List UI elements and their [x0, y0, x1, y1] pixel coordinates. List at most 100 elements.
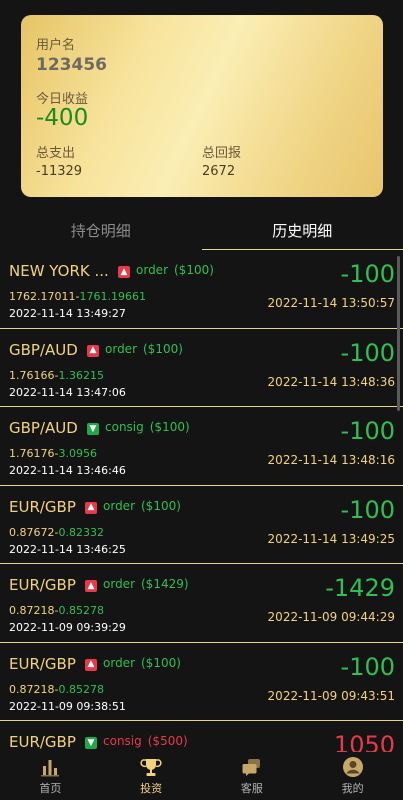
order-amount: -100: [340, 260, 395, 288]
order-symbol: NEW YORK ...: [9, 262, 109, 280]
arrow-up-icon: ▲: [118, 266, 130, 278]
close-price: 3.0956: [58, 447, 97, 460]
order-stake: ($100): [143, 341, 183, 356]
order-prices: 1.76166-1.36215: [9, 369, 104, 382]
order-symbol: EUR/GBP: [9, 733, 76, 751]
order-symbol: GBP/AUD: [9, 419, 78, 437]
total-expense-label: 总支出: [36, 146, 76, 161]
order-type: order ($100): [105, 342, 183, 356]
close-price: 1.36215: [58, 368, 104, 382]
close-price: 0.85278: [58, 682, 104, 696]
order-stake: ($100): [174, 263, 214, 277]
order-amount: -100: [340, 417, 395, 445]
order-prices: 0.87218-0.85278: [9, 604, 104, 617]
history-row[interactable]: EUR/GBP ▲ order ($100) 0.87218-0.85278 2022-1…: [0, 643, 403, 721]
order-type-label: order: [136, 263, 168, 277]
open-price: 0.87218: [9, 682, 55, 696]
order-type-label: consig: [103, 734, 142, 748]
order-type-label: order: [103, 655, 135, 670]
order-type-label: order: [105, 341, 137, 356]
order-prices: 0.87218-0.85278: [9, 683, 104, 696]
trophy-icon: [140, 759, 162, 776]
open-time: 2022-11-09 09:39:29: [9, 621, 126, 634]
arrow-up-icon: ▲: [85, 580, 97, 592]
order-amount: -100: [340, 652, 395, 681]
open-time: 2022-11-14 13:46:46: [9, 464, 126, 477]
close-price: 0.85278: [58, 604, 104, 617]
arrow-down-icon: ▼: [85, 737, 97, 749]
detail-tabs: 持仓明细 历史明细: [0, 209, 403, 251]
open-time: 2022-11-09 09:38:51: [9, 699, 126, 713]
order-symbol: EUR/GBP: [9, 654, 76, 673]
arrow-down-icon: ▼: [87, 423, 99, 435]
order-symbol: GBP/AUD: [9, 340, 78, 359]
bar-chart-icon: [41, 760, 60, 777]
nav-label-invest: 投资: [140, 782, 163, 795]
list-scrollbar[interactable]: [397, 256, 400, 411]
arrow-up-icon: ▲: [85, 501, 97, 514]
history-row[interactable]: GBP/AUD ▲ order ($100) 1.76166-1.36215 2022-1…: [0, 329, 403, 407]
order-stake: ($100): [149, 420, 190, 434]
order-type: order ($1429): [103, 577, 189, 591]
open-time: 2022-11-14 13:47:06: [9, 385, 126, 399]
order-type: order ($100): [103, 499, 181, 513]
tab-history[interactable]: 历史明细: [201, 209, 403, 251]
total-return-label: 总回报: [202, 146, 242, 161]
username-label: 用户名: [36, 38, 76, 53]
history-row[interactable]: EUR/GBP ▼ consig ($500) 1050: [0, 721, 403, 752]
open-price: 0.87218: [9, 604, 55, 617]
order-type-label: order: [103, 577, 135, 591]
tab-positions[interactable]: 持仓明细: [0, 209, 202, 251]
close-time: 2022-11-14 13:50:57: [267, 296, 395, 310]
close-time: 2022-11-09 09:44:29: [267, 610, 395, 624]
order-prices: 1.76176-3.0956: [9, 447, 97, 460]
open-time: 2022-11-14 13:49:27: [9, 307, 126, 320]
nav-item-service[interactable]: 客服: [202, 752, 303, 800]
close-time: 2022-11-14 13:48:36: [267, 374, 395, 389]
nav-item-me[interactable]: 我的: [302, 752, 403, 800]
order-symbol: EUR/GBP: [9, 497, 76, 516]
order-stake: ($1429): [141, 577, 189, 591]
open-time: 2022-11-14 13:46:25: [9, 542, 126, 556]
order-amount: -100: [340, 495, 395, 524]
order-prices: 0.87672-0.82332: [9, 526, 104, 539]
order-type: order ($100): [136, 263, 214, 277]
chat-icon: [242, 759, 260, 776]
arrow-up-icon: ▲: [87, 344, 99, 357]
history-list[interactable]: NEW YORK ... ▲ order ($100) 1762.17011-1761.…: [0, 250, 403, 752]
total-expense-value: -11329: [36, 164, 83, 179]
history-row[interactable]: GBP/AUD ▼ consig ($100) 1.76176-3.0956 2022-1…: [0, 407, 403, 486]
order-type: consig ($100): [105, 420, 190, 434]
order-stake: ($100): [141, 498, 181, 513]
order-amount: -1429: [325, 574, 395, 602]
nav-label-service: 客服: [240, 782, 263, 795]
close-price: 1761.19661: [79, 290, 146, 303]
order-stake: ($500): [147, 734, 188, 748]
nav-label-me: 我的: [341, 782, 364, 795]
open-price: 1.76176: [9, 447, 55, 460]
close-price: 0.82332: [58, 525, 104, 539]
open-price: 0.87672: [9, 525, 55, 539]
order-symbol: EUR/GBP: [9, 576, 76, 594]
nav-label-home: 首页: [39, 782, 62, 795]
order-type-label: consig: [105, 420, 144, 434]
nav-item-invest[interactable]: 投资: [101, 752, 202, 800]
history-row[interactable]: NEW YORK ... ▲ order ($100) 1762.17011-1761.…: [0, 250, 403, 329]
close-time: 2022-11-09 09:43:51: [267, 688, 395, 703]
total-return-value: 2672: [202, 164, 236, 179]
user-avatar-icon: [342, 757, 363, 777]
page: 用户名 123456 今日收益 -400 总支出 -11329 总回报 2672…: [0, 0, 403, 800]
open-price: 1.76166: [9, 368, 55, 382]
history-row[interactable]: EUR/GBP ▲ order ($100) 0.87672-0.82332 2022-1…: [0, 486, 403, 564]
order-type-label: order: [103, 498, 135, 513]
order-stake: ($100): [141, 655, 181, 670]
order-type: consig ($500): [103, 734, 188, 748]
order-amount: -100: [340, 338, 395, 367]
bottom-nav: 首页 投资 客服 我的: [0, 752, 403, 800]
nav-item-home[interactable]: 首页: [0, 752, 101, 800]
open-price: 1762.17011: [9, 290, 76, 303]
today-profit-value: -400: [36, 105, 89, 131]
account-card: 用户名 123456 今日收益 -400 总支出 -11329 总回报 2672: [21, 15, 383, 197]
history-row[interactable]: EUR/GBP ▲ order ($1429) 0.87218-0.85278 2022-…: [0, 564, 403, 643]
order-type: order ($100): [103, 656, 181, 670]
